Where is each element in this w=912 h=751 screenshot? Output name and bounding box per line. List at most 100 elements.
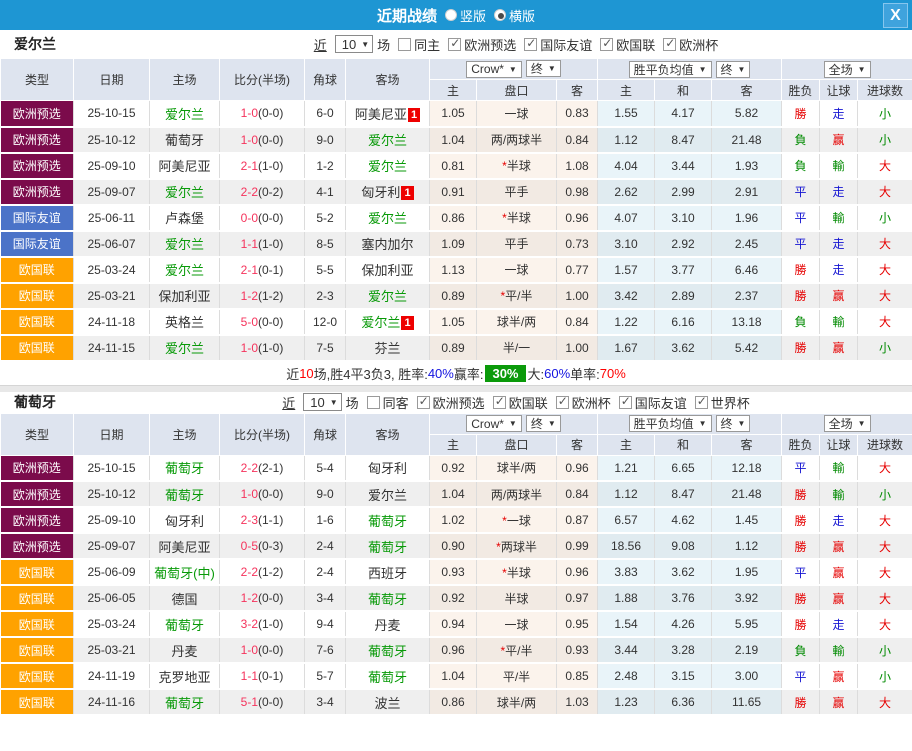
home-team-cell: 爱尔兰 xyxy=(150,101,220,127)
handicap-line: 两/两球半 xyxy=(491,488,542,502)
scope-select[interactable]: 全场▼ xyxy=(824,61,871,78)
competition-label[interactable]: 欧洲预选 xyxy=(433,393,485,412)
layout-horizontal-option[interactable]: 横版 xyxy=(494,6,535,25)
competition-checkbox[interactable] xyxy=(619,396,632,409)
handicap-away-odds-cell: 0.73 xyxy=(557,231,598,257)
competition-checkbox[interactable] xyxy=(556,396,569,409)
odds-time-select[interactable]: 终▼ xyxy=(526,60,561,77)
goals-result-cell: 大 xyxy=(858,455,912,481)
radio-horizontal-icon[interactable] xyxy=(494,9,506,21)
match-count-select[interactable]: 10▼ xyxy=(335,35,373,53)
match-count-select[interactable]: 10▼ xyxy=(303,393,341,411)
competition-checkbox[interactable] xyxy=(600,38,613,51)
same-venue-label[interactable]: 同客 xyxy=(383,393,409,412)
competition-type-cell: 欧洲预选 xyxy=(1,455,74,481)
table-row: 欧洲预选25-09-07阿美尼亚0-5(0-3)2-4葡萄牙0.90*两球半0.… xyxy=(1,533,912,559)
home-team-cell: 阿美尼亚 xyxy=(150,153,220,179)
competition-label[interactable]: 世界杯 xyxy=(711,393,750,412)
competition-checkbox[interactable] xyxy=(695,396,708,409)
competition-checkbox[interactable] xyxy=(417,396,430,409)
col-header: 角球 xyxy=(305,413,346,455)
competition-label[interactable]: 欧洲杯 xyxy=(572,393,611,412)
odds-time-select[interactable]: 终▼ xyxy=(526,415,561,432)
home-win-odds-cell: 2.62 xyxy=(598,179,655,205)
competition-label[interactable]: 国际友谊 xyxy=(635,393,687,412)
wdl-time-select[interactable]: 终▼ xyxy=(716,415,751,432)
draw-odds-cell: 3.44 xyxy=(655,153,712,179)
competition-type-cell: 欧国联 xyxy=(1,637,74,663)
same-venue-checkbox[interactable] xyxy=(367,396,380,409)
handicap-result-cell: 輸 xyxy=(820,153,858,179)
match-count-value: 10 xyxy=(310,395,324,410)
result-cell: 勝 xyxy=(782,611,820,637)
score-cell: 0-5(0-3) xyxy=(220,533,305,559)
wdl-metric-select[interactable]: 胜平负均值▼ xyxy=(629,61,712,78)
away-team-name: 阿美尼亚 xyxy=(355,107,407,122)
goals-result-cell: 大 xyxy=(858,283,912,309)
away-team-name: 塞内加尔 xyxy=(361,237,413,252)
handicap-home-odds-cell: 0.93 xyxy=(430,559,477,585)
wdl-time-select[interactable]: 终▼ xyxy=(716,61,751,78)
col-header: 进球数 xyxy=(858,434,912,455)
away-team-cell: 保加利亚 xyxy=(346,257,430,283)
draw-odds-cell: 3.77 xyxy=(655,257,712,283)
handicap-line-cell: *半球 xyxy=(477,153,557,179)
date-cell: 25-10-15 xyxy=(74,455,150,481)
recent-link[interactable]: 近 xyxy=(314,35,327,54)
competition-checkbox[interactable] xyxy=(493,396,506,409)
same-venue-checkbox[interactable] xyxy=(398,38,411,51)
date-cell: 25-06-07 xyxy=(74,231,150,257)
draw-odds-cell: 8.47 xyxy=(655,127,712,153)
competition-label[interactable]: 欧国联 xyxy=(509,393,548,412)
competition-label[interactable]: 欧洲预选 xyxy=(464,35,516,54)
competition-checkbox[interactable] xyxy=(448,38,461,51)
draw-odds-cell: 4.17 xyxy=(655,101,712,127)
col-header: 盘口 xyxy=(477,80,557,101)
home-team-cell: 英格兰 xyxy=(150,309,220,335)
handicap-line: 平手 xyxy=(504,237,528,251)
scope-select[interactable]: 全场▼ xyxy=(824,415,871,432)
radio-vertical-icon[interactable] xyxy=(445,9,457,21)
handicap-result-cell: 赢 xyxy=(820,585,858,611)
recent-link[interactable]: 近 xyxy=(282,393,295,412)
result-cell: 平 xyxy=(782,179,820,205)
handicap-home-odds-cell: 0.91 xyxy=(430,179,477,205)
col-header: 日期 xyxy=(74,413,150,455)
competition-label[interactable]: 国际友谊 xyxy=(540,35,592,54)
score-cell: 1-0(0-0) xyxy=(220,637,305,663)
competition-type-cell: 欧国联 xyxy=(1,663,74,689)
competition-label[interactable]: 欧洲杯 xyxy=(679,35,718,54)
competition-label[interactable]: 欧国联 xyxy=(616,35,655,54)
handicap-line: 球半/两 xyxy=(497,696,536,710)
handicap-away-odds-cell: 0.84 xyxy=(557,127,598,153)
fulltime-score: 2-3 xyxy=(241,513,258,527)
handicap-away-odds-cell: 0.84 xyxy=(557,309,598,335)
away-win-odds-cell: 1.95 xyxy=(712,559,782,585)
home-team-cell: 爱尔兰 xyxy=(150,257,220,283)
result-cell: 負 xyxy=(782,153,820,179)
goals-result-cell: 大 xyxy=(858,507,912,533)
layout-vertical-option[interactable]: 竖版 xyxy=(445,6,486,25)
close-icon[interactable]: X xyxy=(883,3,908,28)
handicap-result-cell: 輸 xyxy=(820,205,858,231)
team-name: 葡萄牙 xyxy=(14,392,56,412)
away-team-cell: 匈牙利 xyxy=(346,455,430,481)
result-cell: 平 xyxy=(782,663,820,689)
odds-company-select[interactable]: Crow*▼ xyxy=(466,415,522,432)
handicap-home-odds-cell: 1.05 xyxy=(430,309,477,335)
games-label: 场 xyxy=(346,393,359,412)
same-venue-label[interactable]: 同主 xyxy=(414,35,440,54)
odds-company-select[interactable]: Crow*▼ xyxy=(466,61,522,78)
handicap-home-odds-cell: 1.09 xyxy=(430,231,477,257)
away-win-odds-cell: 2.91 xyxy=(712,179,782,205)
handicap-home-odds-cell: 1.13 xyxy=(430,257,477,283)
wdl-metric-select[interactable]: 胜平负均值▼ xyxy=(629,415,712,432)
handicap-line-cell: *平/半 xyxy=(477,637,557,663)
col-header: 比分(半场) xyxy=(220,413,305,455)
date-cell: 24-11-15 xyxy=(74,335,150,361)
away-team-cell: 葡萄牙 xyxy=(346,533,430,559)
home-win-odds-cell: 18.56 xyxy=(598,533,655,559)
competition-checkbox[interactable] xyxy=(663,38,676,51)
goals-result-cell: 大 xyxy=(858,559,912,585)
competition-checkbox[interactable] xyxy=(524,38,537,51)
